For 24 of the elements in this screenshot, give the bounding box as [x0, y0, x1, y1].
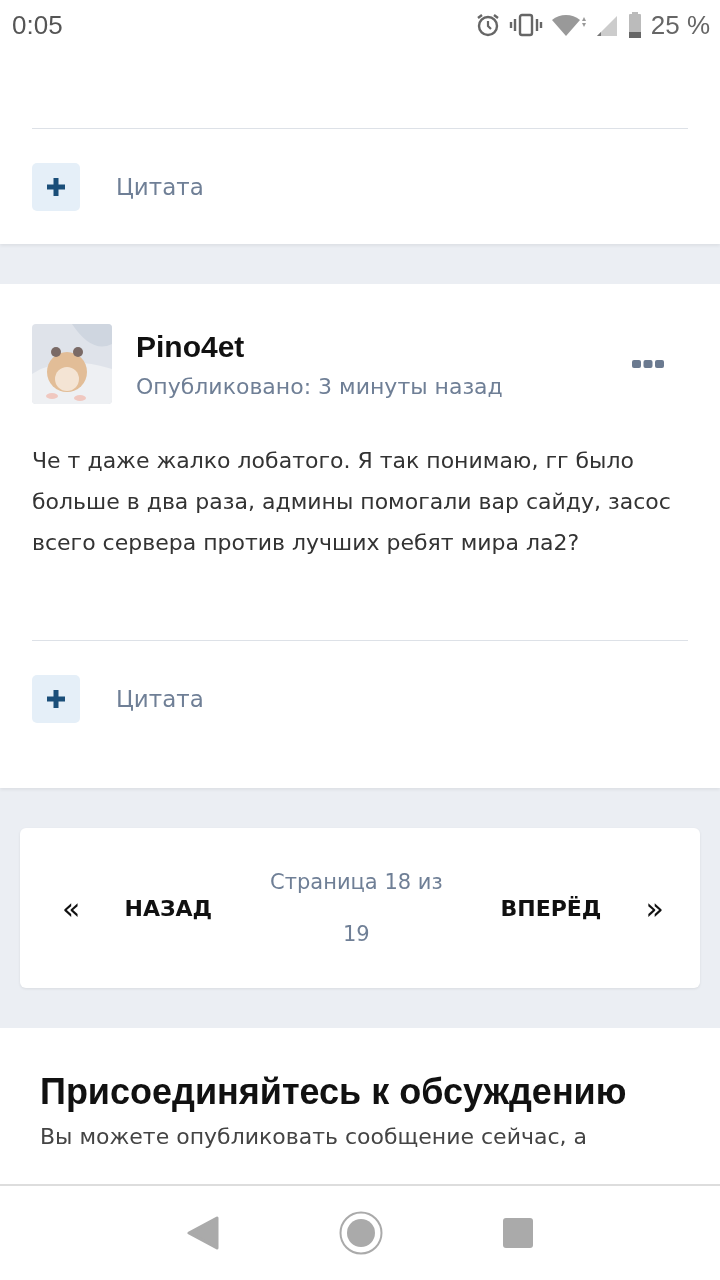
plus-button[interactable]	[32, 163, 80, 211]
plus-icon	[46, 689, 66, 709]
battery-icon	[626, 11, 643, 39]
plus-button[interactable]	[32, 675, 80, 723]
vibrate-icon	[508, 12, 543, 38]
quote-link[interactable]: Цитата	[116, 174, 204, 200]
back-icon[interactable]	[187, 1216, 219, 1250]
plus-icon	[46, 177, 66, 197]
section-heading: Присоединяйтесь к обсуждению	[40, 1070, 628, 1114]
back-link[interactable]: НАЗАД	[124, 895, 213, 921]
more-options-icon[interactable]	[632, 359, 664, 369]
prev-arrow[interactable]: «	[62, 890, 81, 926]
next-arrow[interactable]: »	[645, 890, 664, 926]
wifi-icon	[550, 12, 587, 38]
battery-percent: 25 %	[650, 9, 710, 41]
post-text: Че т даже жалко лобатого. Я так понимаю, гг было больше в два раза, админы помогали вар сайду, засос всего сервера против лучших ребят мира ла2?	[32, 447, 672, 557]
section-text: Вы можете опубликовать сообщение сейчас, а	[40, 1124, 588, 1149]
page-indicator: Страница 18 из 19	[269, 869, 444, 948]
post-date: Опубликовано: 3 минуты назад	[136, 373, 504, 399]
quote-link[interactable]: Цитата	[116, 686, 204, 712]
author-name[interactable]: Pino4et	[136, 329, 608, 364]
clock-time: 0:05	[12, 9, 63, 41]
home-icon[interactable]	[339, 1211, 383, 1255]
next-link[interactable]: ВПЕРЁД	[500, 895, 602, 921]
